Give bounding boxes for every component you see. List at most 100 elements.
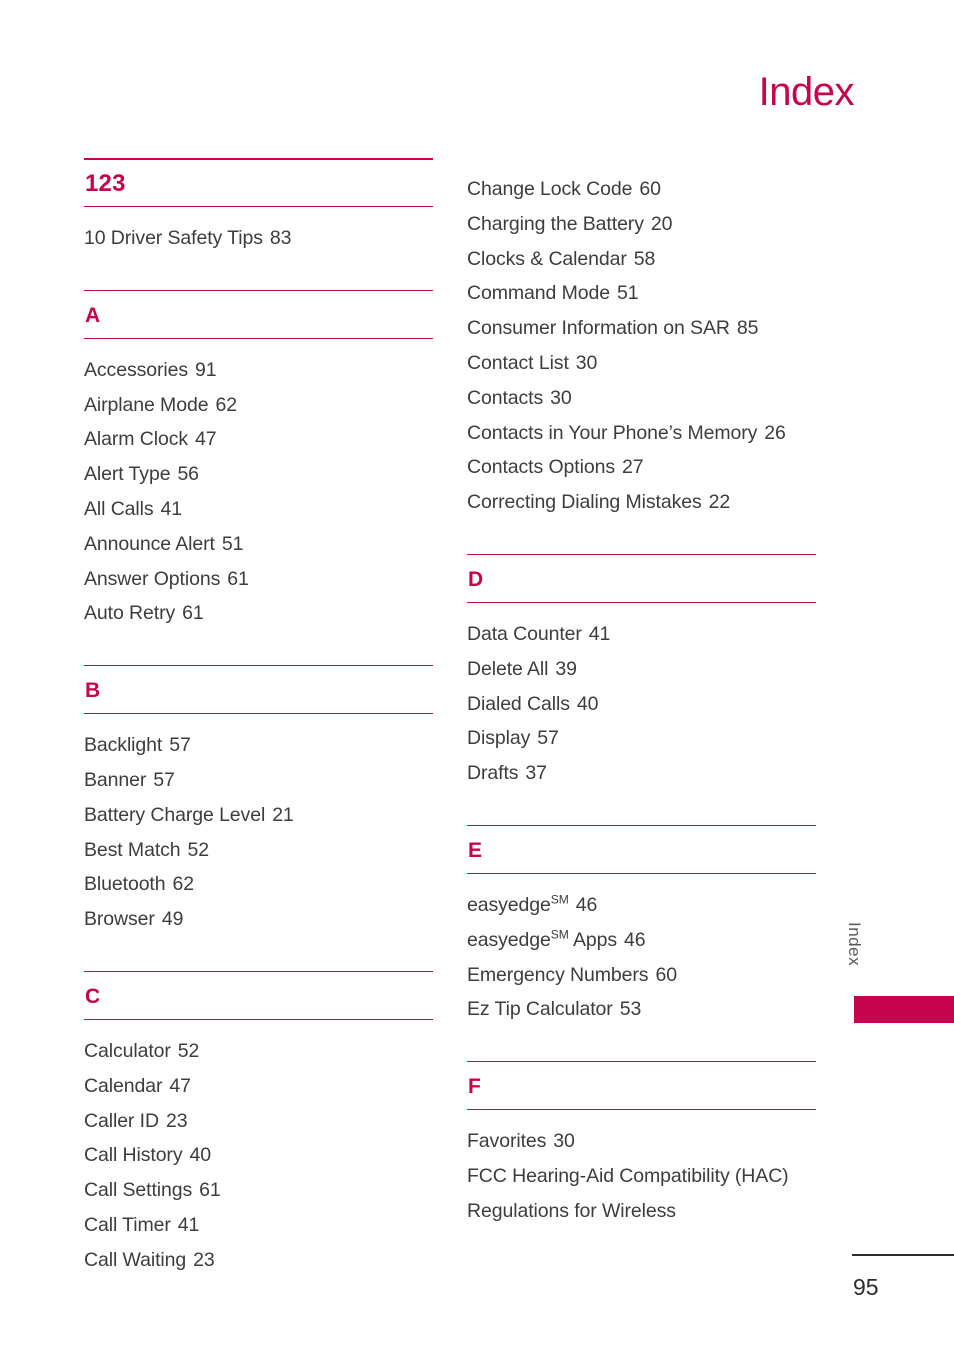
index-entry[interactable]: Call Settings 61: [84, 1173, 433, 1208]
index-entry[interactable]: Auto Retry 61: [84, 596, 433, 631]
index-entry-title: easyedge: [467, 893, 551, 916]
index-entry-page: 41: [160, 497, 183, 520]
index-entry[interactable]: Banner 57: [84, 763, 433, 798]
index-entry[interactable]: Announce Alert 51: [84, 527, 433, 562]
side-tab-marker: [854, 996, 954, 1023]
index-entry[interactable]: All Calls 41: [84, 492, 433, 527]
index-entry-page: 37: [525, 762, 547, 785]
index-entry[interactable]: Favorites 30: [467, 1124, 816, 1159]
index-entry-page: 56: [177, 463, 199, 486]
index-entry-page: 21: [272, 803, 294, 826]
index-entry-page: 23: [165, 1109, 188, 1132]
index-entry-list: Accessories 91 Airplane Mode 62 Alarm Clock 4…: [84, 339, 433, 631]
index-entry[interactable]: Display 57: [467, 721, 816, 756]
index-entry-title-suffix: Apps: [568, 928, 617, 951]
index-entry-title: Change Lock Code: [467, 178, 633, 200]
side-tab-label: Index: [845, 922, 864, 967]
index-entry-page: 62: [215, 393, 237, 416]
index-entry-page: 62: [172, 873, 195, 896]
index-entry-title: Best Match: [84, 838, 181, 861]
index-entry-page: 30: [553, 1130, 575, 1153]
index-entry-list: Calculator 52 Calendar 47 Caller ID 23 Call Hi…: [84, 1020, 433, 1278]
index-section: A Accessories 91 Airplane Mode 62 Alarm Clock…: [84, 289, 433, 631]
index-entry[interactable]: Emergency Numbers 60: [467, 958, 816, 993]
index-entry[interactable]: Backlight 57: [84, 728, 433, 763]
index-entry-title: easyedge: [467, 928, 551, 951]
index-entry-title: Calculator: [84, 1039, 171, 1062]
index-entry[interactable]: easyedgeSM 46: [467, 888, 816, 923]
index-entry-title: Display: [467, 727, 531, 750]
index-entry[interactable]: Ez Tip Calculator 53: [467, 992, 816, 1027]
index-entry[interactable]: Call Waiting 23: [84, 1243, 433, 1278]
index-entry[interactable]: Dialed Calls 40: [467, 687, 816, 722]
section-letter: F: [468, 1075, 482, 1099]
index-entry[interactable]: easyedgeSM Apps 46: [467, 923, 816, 958]
index-entry-title: Announce Alert: [84, 532, 215, 555]
section-letter: E: [468, 838, 483, 862]
index-entry-title: Banner: [84, 768, 147, 791]
index-entry[interactable]: Answer Options 61: [84, 562, 433, 597]
left-column: 123 10 Driver Safety Tips 83 A Accessories 91…: [84, 158, 433, 1278]
index-entry[interactable]: Airplane Mode 62: [84, 388, 433, 423]
page-title: Index: [758, 70, 855, 114]
index-entry-page: 40: [576, 692, 599, 715]
index-entry-title: FCC Hearing-Aid Compatibility (HAC) Regu…: [467, 1164, 789, 1222]
index-entry-title: Call Waiting: [84, 1248, 187, 1271]
index-entry-page: 41: [177, 1213, 200, 1236]
index-entry-page: 61: [227, 567, 249, 590]
index-entry-title: Call Settings: [84, 1179, 193, 1202]
index-entry-page: 85: [736, 317, 759, 340]
index-entry[interactable]: Alert Type 56: [84, 457, 433, 492]
index-entry-title: Correcting Dialing Mistakes: [467, 491, 702, 514]
index-entry-title: Calendar: [84, 1074, 163, 1097]
index-entry[interactable]: Best Match 52: [84, 833, 433, 868]
index-entry[interactable]: Caller ID 23: [84, 1104, 433, 1139]
index-entry-page: 51: [221, 532, 244, 555]
index-entry[interactable]: Clocks & Calendar 58: [467, 242, 816, 277]
index-section: Change Lock Code 60 Charging the Battery 20…: [467, 158, 816, 520]
index-entry-list: 10 Driver Safety Tips 83: [84, 207, 433, 256]
index-entry[interactable]: Charging the Battery 20: [467, 207, 816, 242]
index-entry[interactable]: Consumer Information on SAR 85: [467, 311, 816, 346]
index-section: D Data Counter 41 Delete All 39 Dialed Calls 4…: [467, 553, 816, 791]
index-entry-page: 61: [199, 1179, 221, 1202]
index-entry[interactable]: Command Mode 51: [467, 276, 816, 311]
index-entry[interactable]: Contacts in Your Phone’s Memory 26: [467, 416, 816, 451]
index-entry-title: All Calls: [84, 497, 154, 520]
index-entry[interactable]: Delete All 39: [467, 652, 816, 687]
index-entry-page: 61: [182, 602, 204, 625]
index-entry-title: Auto Retry: [84, 602, 176, 625]
index-entry[interactable]: Call History 40: [84, 1138, 433, 1173]
index-entry[interactable]: Data Counter 41: [467, 617, 816, 652]
index-entry[interactable]: Contact List 30: [467, 346, 816, 381]
index-entry-title: Consumer Information on SAR: [467, 317, 730, 340]
index-entry[interactable]: Alarm Clock 47: [84, 422, 433, 457]
index-entry[interactable]: Contacts 30: [467, 381, 816, 416]
index-entry-page: 23: [193, 1248, 215, 1271]
index-entry[interactable]: 10 Driver Safety Tips 83: [84, 221, 433, 256]
index-entry-title: Clocks & Calendar: [467, 247, 627, 270]
index-entry-page: 57: [169, 734, 191, 757]
index-entry-title: Data Counter: [467, 622, 582, 645]
index-entry[interactable]: Contacts Options 27: [467, 450, 816, 485]
index-entry[interactable]: Browser 49: [84, 902, 433, 937]
index-entry[interactable]: FCC Hearing-Aid Compatibility (HAC) Regu…: [467, 1159, 816, 1229]
page-number: 95: [853, 1274, 879, 1300]
footer-rule: [852, 1254, 954, 1256]
index-entry[interactable]: Accessories 91: [84, 353, 433, 388]
index-entry[interactable]: Call Timer 41: [84, 1208, 433, 1243]
index-entry-title: Bluetooth: [84, 873, 166, 896]
index-entry[interactable]: Change Lock Code 60: [467, 172, 816, 207]
index-entry[interactable]: Calculator 52: [84, 1034, 433, 1069]
index-section: EeasyedgeSM 46 easyedgeSM Apps 46 Emergency …: [467, 824, 816, 1027]
index-entry[interactable]: Bluetooth 62: [84, 867, 433, 902]
index-entry-page: 52: [187, 838, 210, 861]
index-entry[interactable]: Drafts 37: [467, 756, 816, 791]
index-entry-page: 49: [161, 908, 184, 931]
index-entry-page: 53: [619, 998, 642, 1021]
index-entry-page: 83: [269, 227, 292, 249]
index-entry[interactable]: Correcting Dialing Mistakes 22: [467, 485, 816, 520]
index-entry[interactable]: Calendar 47: [84, 1069, 433, 1104]
index-entry-page: 39: [555, 657, 577, 680]
index-entry[interactable]: Battery Charge Level 21: [84, 798, 433, 833]
